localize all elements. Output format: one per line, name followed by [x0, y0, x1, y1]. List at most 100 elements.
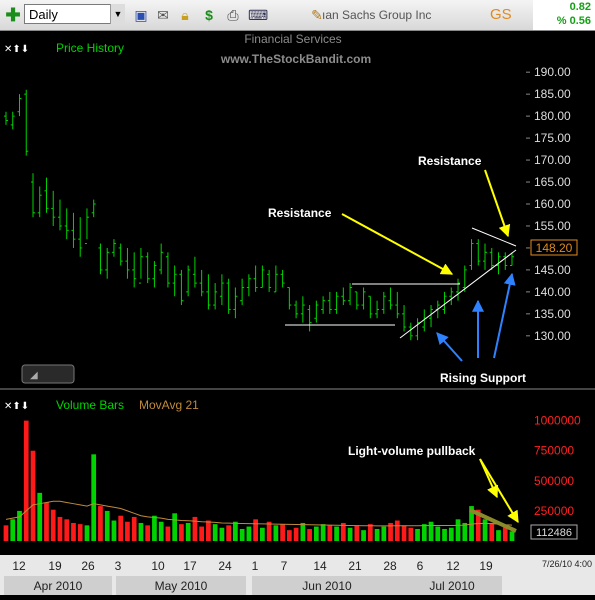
volume-bar: [84, 525, 90, 541]
volume-bar: [199, 526, 205, 541]
volume-panel-controls[interactable]: ✕⬆⬇: [4, 401, 29, 412]
date-month-label: Jul 2010: [429, 579, 475, 593]
price-bar: [199, 269, 204, 297]
volume-bar: [280, 524, 285, 541]
period-label: Daily: [29, 7, 58, 22]
volume-bar: [23, 420, 29, 541]
price-tick-label: 170.00: [534, 153, 571, 167]
price-tick-label: 130.00: [534, 329, 571, 343]
volume-bar: [179, 524, 184, 541]
email-icon[interactable]: ✉: [154, 6, 172, 24]
price-tick-label: 180.00: [534, 109, 571, 123]
volume-bar: [367, 524, 373, 541]
price-bar: [78, 217, 83, 257]
volume-bar: [502, 527, 508, 541]
support-arrow-1: [436, 332, 463, 362]
keyboard-icon[interactable]: ⌨: [248, 6, 268, 24]
date-day-label: 12: [446, 559, 460, 573]
sector-label: Financial Services: [244, 32, 341, 46]
price-tick-label: 175.00: [534, 131, 571, 145]
price-tick-label: 155.00: [534, 219, 571, 233]
price-bar: [192, 256, 197, 288]
volume-bar: [233, 521, 238, 541]
volume-arrow-2: [479, 458, 519, 524]
price-bar: [105, 247, 110, 279]
price-bar: [287, 286, 292, 310]
price-panel-controls[interactable]: ✕⬆⬇: [4, 44, 29, 55]
save-icon[interactable]: ▣: [132, 6, 150, 24]
date-month-label: Apr 2010: [34, 579, 83, 593]
scroll-grip-icon: ◢: [30, 370, 38, 381]
price-bar: [17, 94, 22, 117]
lock-icon[interactable]: 🔒︎: [176, 6, 194, 24]
volume-bar: [91, 454, 97, 541]
price-bar: [138, 247, 143, 284]
date-month-label: May 2010: [155, 579, 208, 593]
volume-bar: [3, 525, 9, 541]
price-tick-label: 135.00: [534, 307, 571, 321]
dollar-icon[interactable]: $: [200, 6, 218, 24]
volume-bars: [3, 420, 515, 541]
price-bar: [132, 252, 137, 288]
volume-bar: [192, 516, 198, 541]
price-bar: [273, 265, 278, 293]
date-day-label: 1: [252, 559, 259, 573]
volume-bar: [408, 527, 414, 541]
price-bar: [179, 269, 184, 306]
price-bar: [260, 265, 265, 288]
volume-axis: 1000000 750000 500000 250000: [534, 414, 581, 518]
volume-tick-label: 1000000: [534, 414, 581, 428]
volume-bar: [118, 515, 124, 541]
volume-bar: [226, 525, 232, 541]
volume-bar: [401, 525, 407, 541]
volume-bar: [71, 522, 76, 541]
volume-bar: [44, 502, 49, 541]
volume-bar: [334, 526, 339, 541]
price-bar: [449, 287, 454, 306]
print-icon[interactable]: ⎙: [224, 6, 242, 24]
chart-area: ✕⬆⬇ Price History Financial Services www…: [0, 32, 595, 541]
date-axis: 12 19 26 3 10 17 24 1 7 14 21 28 6 12 19 Apr 2010 May 20…: [0, 555, 595, 595]
add-symbol-icon[interactable]: ✚: [4, 6, 22, 24]
volume-bar: [158, 521, 164, 541]
volume-bar: [37, 492, 43, 541]
price-bar: [30, 173, 35, 218]
volume-bar: [266, 521, 272, 541]
price-panel-title: Price History: [56, 41, 124, 55]
period-dropdown[interactable]: Daily: [24, 4, 124, 24]
price-bar: [375, 300, 380, 319]
volume-indicator-label: MovAvg 21: [139, 398, 199, 412]
price-bar: [64, 208, 69, 240]
price-bar: [267, 269, 272, 292]
resistance-arrow-2: [484, 169, 511, 238]
resistance-label-1: Resistance: [268, 206, 332, 220]
volume-bar: [421, 524, 427, 541]
price-bar: [280, 269, 285, 288]
price-bar: [226, 278, 231, 314]
price-tick-label: 145.00: [534, 263, 571, 277]
price-tick-label: 160.00: [534, 197, 571, 211]
volume-bar: [111, 520, 117, 541]
price-bar: [84, 208, 89, 245]
resistance-arrow-1: [341, 213, 454, 275]
price-tick-label: 190.00: [534, 65, 571, 79]
volume-bar: [307, 528, 312, 541]
price-change: 0.82: [569, 1, 591, 13]
date-day-label: 26: [81, 559, 95, 573]
ticker-symbol: GS: [490, 6, 512, 23]
volume-bar: [442, 528, 447, 541]
chevron-down-icon[interactable]: ▼: [110, 4, 125, 24]
price-bar: [98, 243, 103, 275]
price-bar: [206, 274, 211, 310]
volume-bar: [219, 527, 225, 541]
date-day-label: 12: [12, 559, 26, 573]
volume-bar: [131, 516, 137, 541]
price-bar: [172, 265, 177, 297]
price-bar: [483, 243, 488, 270]
price-tick-label: 165.00: [534, 175, 571, 189]
volume-bar: [428, 521, 434, 541]
price-bar: [361, 287, 366, 310]
volume-bar: [138, 522, 144, 541]
volume-bar: [347, 527, 353, 541]
price-bar: [402, 305, 407, 332]
